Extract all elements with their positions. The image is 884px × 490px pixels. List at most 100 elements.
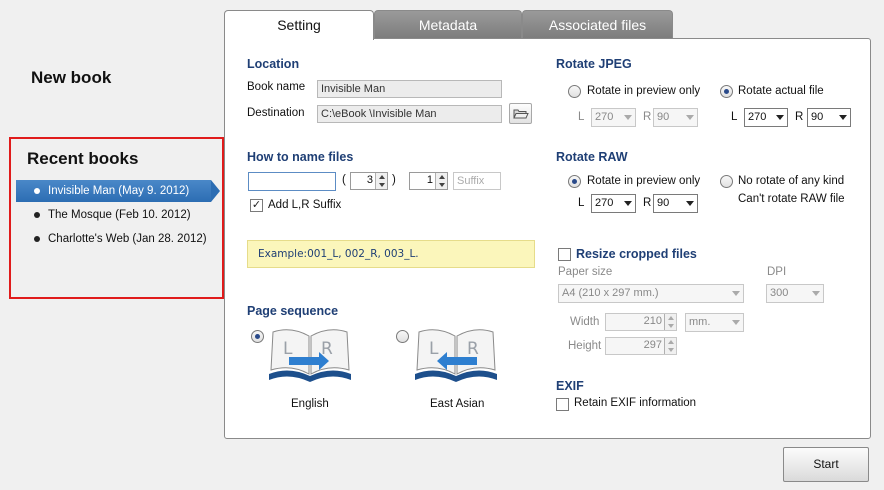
retain-exif-checkbox[interactable] <box>556 398 569 411</box>
dropdown-caret-icon <box>839 115 847 120</box>
height-value: 297 <box>643 339 662 351</box>
raw-r-label: R <box>643 197 652 209</box>
english-label: English <box>291 398 329 410</box>
stepper-arrows-icon[interactable] <box>435 173 447 189</box>
bullet-icon <box>34 212 40 218</box>
dropdown-caret-icon <box>812 291 820 296</box>
width-value: 210 <box>643 315 662 327</box>
paren-open: ( <box>342 174 346 186</box>
jpeg-actual-file-radio[interactable] <box>720 85 733 98</box>
digits-stepper[interactable]: 3 <box>350 172 388 190</box>
raw-l-select[interactable]: 270 <box>591 194 636 213</box>
recent-book-item[interactable]: Charlotte's Web (Jan 28. 2012) <box>16 228 228 250</box>
raw-r-value: 90 <box>657 197 670 209</box>
raw-l-label: L <box>578 197 585 209</box>
unit-value: mm. <box>689 316 711 328</box>
dpi-value: 300 <box>770 287 789 299</box>
bullet-icon <box>34 188 40 194</box>
tab-setting[interactable]: Setting <box>224 10 374 40</box>
add-lr-suffix-checkbox[interactable]: ✓ <box>250 199 263 212</box>
raw-preview-only-radio[interactable] <box>568 175 581 188</box>
digits-value: 3 <box>366 174 373 186</box>
rotate-jpeg-title: Rotate JPEG <box>556 57 632 71</box>
stepper-arrows-icon[interactable] <box>375 173 387 189</box>
jpeg-preview-l-label: L <box>578 111 585 123</box>
recent-book-item[interactable]: Invisible Man (May 9. 2012) <box>16 180 220 202</box>
add-lr-suffix-label: Add L,R Suffix <box>268 199 342 211</box>
jpeg-preview-only-radio[interactable] <box>568 85 581 98</box>
bullet-icon <box>34 236 40 242</box>
book-right-letter: R <box>467 339 479 359</box>
jpeg-preview-only-label: Rotate in preview only <box>587 85 701 97</box>
jpeg-actual-r-label: R <box>795 111 804 123</box>
height-label: Height <box>568 340 602 352</box>
page-sequence-title: Page sequence <box>247 304 339 318</box>
book-name-label: Book name <box>247 81 306 93</box>
jpeg-preview-r-select[interactable]: 90 <box>653 108 698 127</box>
recent-books-panel: Recent books Invisible Man (May 9. 2012)… <box>9 137 224 299</box>
paper-size-value: A4 (210 x 297 mm.) <box>562 287 659 299</box>
height-stepper[interactable]: 297 <box>605 337 677 355</box>
english-sequence-radio[interactable] <box>251 330 264 343</box>
jpeg-actual-r-value: 90 <box>811 111 824 123</box>
recent-books-title: Recent books <box>27 149 139 168</box>
recent-book-item[interactable]: The Mosque (Feb 10. 2012) <box>16 204 228 226</box>
dpi-select[interactable]: 300 <box>766 284 824 303</box>
dpi-label: DPI <box>767 266 787 278</box>
jpeg-actual-file-label: Rotate actual file <box>738 85 824 97</box>
unit-select[interactable]: mm. <box>685 313 744 332</box>
recent-books-list: Invisible Man (May 9. 2012) The Mosque (… <box>16 180 228 252</box>
paper-size-select[interactable]: A4 (210 x 297 mm.) <box>558 284 744 303</box>
destination-label: Destination <box>247 107 305 119</box>
book-left-letter: L <box>429 339 439 359</box>
resize-cropped-title: Resize cropped files <box>576 247 697 261</box>
raw-cannot-rotate-note: Can't rotate RAW file <box>738 193 845 205</box>
raw-no-rotate-radio[interactable] <box>720 175 733 188</box>
jpeg-actual-l-select[interactable]: 270 <box>744 108 788 127</box>
dropdown-caret-icon <box>776 115 784 120</box>
book-left-letter: L <box>283 339 293 359</box>
start-button[interactable]: Start <box>783 447 869 482</box>
file-prefix-input[interactable] <box>248 172 336 191</box>
width-stepper[interactable]: 210 <box>605 313 677 331</box>
raw-r-select[interactable]: 90 <box>653 194 698 213</box>
stepper-arrows-icon[interactable] <box>664 338 676 354</box>
book-left-to-right-icon[interactable]: L R <box>265 324 355 384</box>
book-right-to-left-icon[interactable]: L R <box>411 324 501 384</box>
raw-no-rotate-label: No rotate of any kind <box>738 175 845 187</box>
jpeg-preview-l-select[interactable]: 270 <box>591 108 636 127</box>
jpeg-actual-r-select[interactable]: 90 <box>807 108 851 127</box>
name-files-title: How to name files <box>247 150 354 164</box>
retain-exif-label: Retain EXIF information <box>574 397 697 409</box>
dropdown-caret-icon <box>732 320 740 325</box>
destination-field[interactable]: C:\eBook \Invisible Man <box>317 105 502 123</box>
raw-preview-only-label: Rotate in preview only <box>587 175 701 187</box>
jpeg-preview-l-value: 270 <box>595 111 614 123</box>
naming-example-note: Example:001_L, 002_R, 003_L. <box>247 240 535 268</box>
tab-associated-files[interactable]: Associated files <box>522 10 673 39</box>
browse-folder-button[interactable] <box>509 103 532 124</box>
jpeg-preview-r-value: 90 <box>657 111 670 123</box>
start-number-value: 1 <box>426 174 433 186</box>
dropdown-caret-icon <box>686 115 694 120</box>
east-asian-sequence-radio[interactable] <box>396 330 409 343</box>
resize-cropped-checkbox[interactable] <box>558 248 571 261</box>
suffix-input[interactable]: Suffix <box>453 172 501 190</box>
settings-panel: Location Book name Invisible Man Destina… <box>224 38 871 439</box>
jpeg-actual-l-value: 270 <box>748 111 767 123</box>
east-asian-label: East Asian <box>430 398 485 410</box>
dropdown-caret-icon <box>686 201 694 206</box>
recent-book-label: The Mosque (Feb 10. 2012) <box>48 209 191 221</box>
rotate-raw-title: Rotate RAW <box>556 150 628 164</box>
jpeg-preview-r-label: R <box>643 111 652 123</box>
new-book-link[interactable]: New book <box>31 68 111 88</box>
tab-metadata[interactable]: Metadata <box>374 10 522 39</box>
folder-icon <box>513 109 529 119</box>
location-title: Location <box>247 57 300 71</box>
exif-title: EXIF <box>556 379 584 393</box>
start-number-stepper[interactable]: 1 <box>409 172 448 190</box>
paper-size-label: Paper size <box>558 266 613 278</box>
recent-book-label: Charlotte's Web (Jan 28. 2012) <box>48 233 207 245</box>
stepper-arrows-icon[interactable] <box>664 314 676 330</box>
book-name-field[interactable]: Invisible Man <box>317 80 502 98</box>
